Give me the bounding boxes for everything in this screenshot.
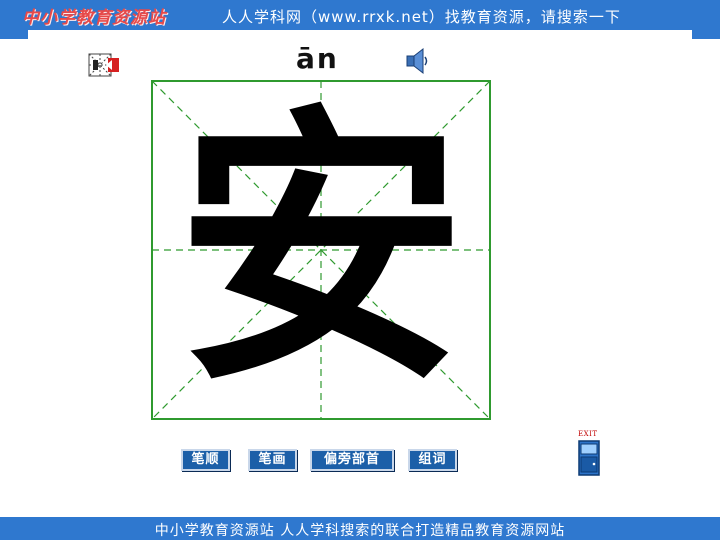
word-formation-button[interactable]: 组词 (408, 449, 457, 471)
radical-button[interactable]: 偏旁部首 (310, 449, 394, 471)
exit-door-icon[interactable] (578, 440, 600, 476)
footer-bar: 中小学教育资源站 人人学科搜索的联合打造精品教育资源网站 (0, 517, 720, 540)
footer-text: 中小学教育资源站 人人学科搜索的联合打造精品教育资源网站 (154, 523, 566, 539)
site-logo: 中小学教育资源站 (22, 8, 166, 28)
stroke-order-button[interactable]: 笔顺 (181, 449, 230, 471)
banner-notch-right (692, 30, 720, 39)
banner-text: 人人学科网（www.rrxk.net）找教育资源，请搜索一下 (222, 8, 621, 26)
strokes-button[interactable]: 笔画 (248, 449, 297, 471)
pinyin-label: ān (296, 42, 339, 75)
top-banner: 中小学教育资源站 人人学科网（www.rrxk.net）找教育资源，请搜索一下 (0, 0, 720, 30)
banner-notch-left (0, 30, 28, 39)
practice-character: 安 (176, 80, 466, 420)
exit-label: EXIT (578, 430, 598, 438)
speaker-icon[interactable] (404, 47, 430, 75)
stroke-demo-icon[interactable] (88, 52, 122, 78)
